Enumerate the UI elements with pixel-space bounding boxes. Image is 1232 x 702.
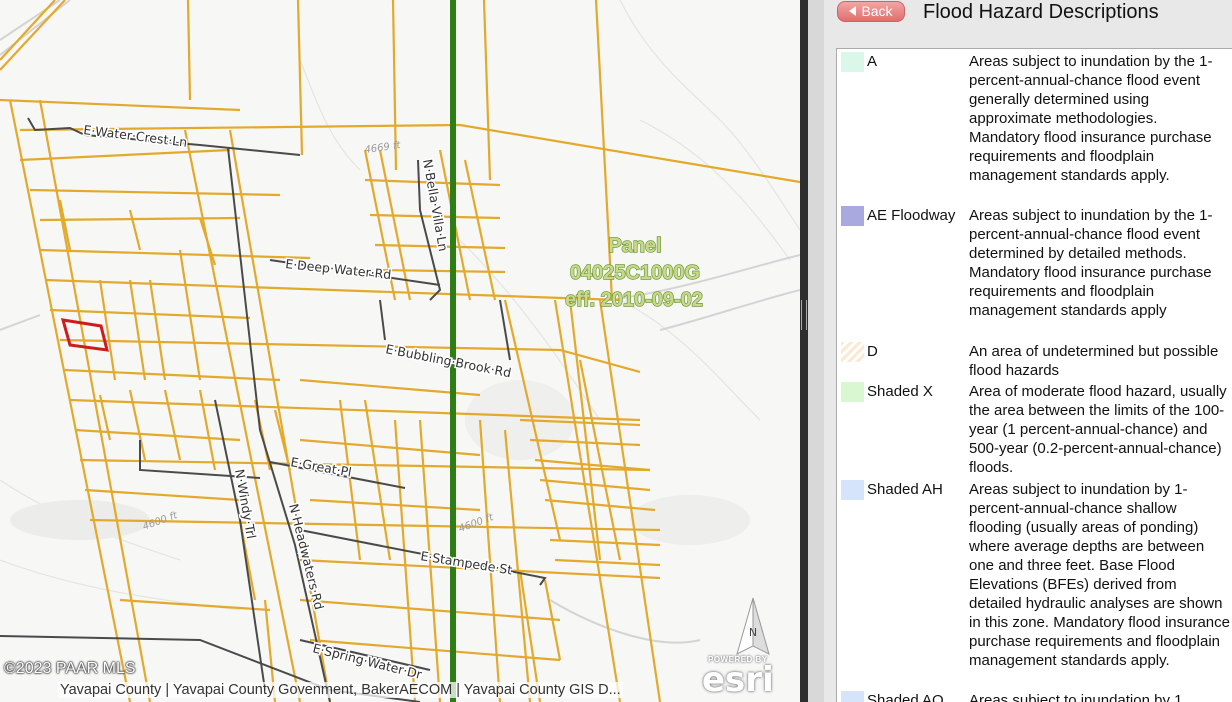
map-canvas[interactable]: E·Water·Crest·Ln N·Bella·Villa·Ln E·Deep…: [0, 0, 800, 702]
legend-zone: Shaded X: [867, 383, 933, 400]
panel-title: Flood Hazard Descriptions: [923, 1, 1159, 23]
back-button[interactable]: Back: [837, 1, 905, 22]
map-attribution[interactable]: Yavapai County | Yavapai County Govenmen…: [58, 682, 623, 698]
esri-wordmark: esri: [702, 660, 774, 700]
panel-label-title: Panel: [608, 235, 661, 257]
legend-swatch: [841, 382, 864, 402]
panel-label-number: 04025C1000G: [570, 262, 700, 284]
elevation-label: 4600 ft: [457, 512, 496, 535]
copyright-text: ©2023 PAAR MLS: [4, 660, 136, 677]
back-button-label: Back: [861, 3, 893, 19]
road-label-deep-water: E·Deep·Water·Rd: [285, 256, 392, 282]
firm-panel-label: Panel 04025C1000G eff. 2010-09-02: [564, 234, 703, 311]
paved-roads: [0, 117, 547, 702]
legend-zone: Shaded AH: [867, 481, 943, 498]
legend-zone: D: [867, 343, 878, 360]
legend-swatch: [841, 480, 864, 500]
flood-legend-table[interactable]: A Areas subject to inundation by the 1-p…: [836, 48, 1232, 702]
elevation-label: 4600 ft: [141, 510, 180, 533]
legend-description: An area of undetermined but possible flo…: [969, 343, 1219, 379]
legend-description: Areas subject to inundation by 1: [969, 692, 1183, 702]
road-label-bella-villa: N·Bella·Villa·Ln: [420, 158, 451, 253]
legend-description: Areas subject to inundation by the 1-per…: [969, 53, 1213, 184]
legend-swatch: [841, 691, 864, 702]
back-arrow-icon: [849, 6, 857, 17]
road-label-water-crest: E·Water·Crest·Ln: [83, 122, 188, 150]
legend-swatch: [841, 206, 864, 226]
terrain-shade: [630, 495, 750, 545]
legend-swatch: [841, 52, 864, 72]
map-view[interactable]: E·Water·Crest·Ln N·Bella·Villa·Ln E·Deep…: [0, 0, 800, 702]
legend-description: Areas subject to inundation by 1-percent…: [969, 481, 1230, 669]
legend-description: Area of moderate flood hazard, usually t…: [969, 383, 1227, 476]
road-label-spring-water: E·Spring·Water·Dr: [311, 640, 424, 682]
esri-logo: POWERED BY esri: [702, 655, 782, 699]
north-arrow-icon: N: [733, 596, 773, 658]
legend-description: Areas subject to inundation by the 1-per…: [969, 207, 1213, 319]
panel-label-date: eff. 2010-09-02: [565, 289, 703, 311]
background-roads: [0, 0, 800, 644]
panel-splitter[interactable]: [800, 0, 824, 702]
splitter-grip-icon[interactable]: [801, 300, 807, 330]
road-label-great: E·Great·Pl: [289, 454, 352, 479]
north-label: N: [749, 626, 757, 639]
legend-zone: AE Floodway: [867, 207, 956, 224]
legend-zone: Shaded AO: [867, 692, 944, 702]
legend-swatch: [841, 342, 864, 362]
road-label-stampede: E·Stampede·St: [420, 548, 514, 577]
flood-hazard-panel: Back Flood Hazard Descriptions A Areas s…: [824, 0, 1232, 702]
legend-zone: A: [867, 53, 878, 70]
